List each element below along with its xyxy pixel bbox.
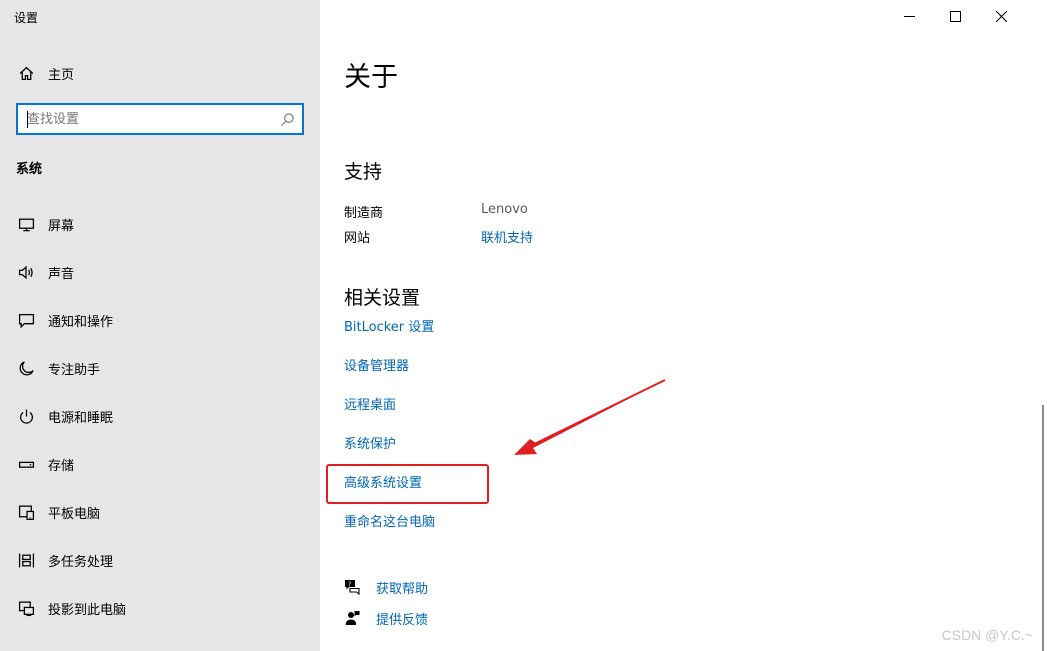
multitask-icon — [17, 551, 35, 569]
sidebar-item-label: 专注助手 — [48, 362, 101, 378]
manufacturer-value: Lenovo — [481, 202, 528, 217]
maximize-icon — [949, 10, 961, 22]
monitor-icon — [17, 215, 35, 233]
close-icon — [995, 10, 1007, 22]
sidebar-item-home[interactable]: 主页 — [0, 55, 320, 91]
sidebar-next-item-icon — [18, 645, 34, 651]
search-input[interactable] — [27, 110, 277, 128]
minimize-icon — [903, 15, 915, 17]
moon-icon — [17, 359, 35, 377]
advanced-system-settings-link[interactable]: 高级系统设置 — [344, 472, 422, 491]
sidebar-item-project-to-pc[interactable]: 投影到此电脑 — [0, 590, 320, 626]
project-icon — [17, 599, 35, 617]
sidebar-item-label: 多任务处理 — [48, 554, 114, 570]
give-feedback-link[interactable]: 提供反馈 — [376, 609, 428, 628]
message-icon — [17, 311, 35, 329]
sidebar: 设置 主页 系统 屏幕 声音 通知和操作 专注助手 — [0, 0, 320, 651]
sidebar-item-multitasking[interactable]: 多任务处理 — [0, 542, 320, 578]
annotation-arrow — [514, 379, 666, 455]
rename-pc-link[interactable]: 重命名这台电脑 — [344, 511, 435, 530]
main-content: 关于 支持 制造商 Lenovo 网站 联机支持 相关设置 BitLocker … — [320, 0, 1047, 651]
manufacturer-label: 制造商 — [344, 206, 384, 221]
sidebar-item-label: 主页 — [48, 67, 75, 83]
get-help-link[interactable]: 获取帮助 — [376, 578, 428, 597]
storage-icon — [17, 455, 35, 473]
app-title: 设置 — [14, 11, 39, 25]
give-feedback-row[interactable]: 提供反馈 — [344, 608, 428, 628]
watermark: CSDN @Y.C.~ — [941, 627, 1033, 643]
sidebar-section-title: 系统 — [16, 162, 43, 177]
bitlocker-settings-link[interactable]: BitLocker 设置 — [344, 316, 434, 335]
feedback-person-icon — [345, 611, 360, 625]
sidebar-item-label: 通知和操作 — [48, 314, 114, 330]
related-settings-heading: 相关设置 — [344, 287, 421, 309]
sidebar-item-tablet[interactable]: 平板电脑 — [0, 494, 320, 530]
device-manager-link[interactable]: 设备管理器 — [344, 355, 409, 374]
sidebar-item-label: 屏幕 — [48, 218, 75, 234]
sidebar-item-sound[interactable]: 声音 — [0, 254, 320, 290]
sidebar-item-label: 声音 — [48, 266, 75, 282]
sidebar-item-notifications[interactable]: 通知和操作 — [0, 302, 320, 338]
sidebar-item-label: 平板电脑 — [48, 506, 101, 522]
get-help-row[interactable]: ? 获取帮助 — [344, 577, 428, 597]
minimize-button[interactable] — [886, 0, 932, 32]
page-title: 关于 — [344, 62, 398, 93]
sidebar-item-focus-assist[interactable]: 专注助手 — [0, 350, 320, 386]
svg-text:?: ? — [348, 581, 351, 588]
tablet-icon — [17, 503, 35, 521]
sidebar-item-label: 存储 — [48, 458, 75, 474]
sidebar-item-power-sleep[interactable]: 电源和睡眠 — [0, 398, 320, 434]
search-field[interactable] — [16, 103, 304, 135]
maximize-button[interactable] — [932, 0, 978, 32]
system-protection-link[interactable]: 系统保护 — [344, 433, 396, 452]
speaker-icon — [17, 263, 35, 281]
help-chat-icon: ? — [345, 580, 360, 595]
sidebar-item-label: 电源和睡眠 — [48, 410, 114, 426]
search-icon[interactable] — [280, 112, 295, 127]
sidebar-item-label: 投影到此电脑 — [48, 602, 127, 618]
website-label: 网站 — [344, 231, 371, 246]
support-heading: 支持 — [344, 161, 383, 183]
remote-desktop-link[interactable]: 远程桌面 — [344, 394, 396, 413]
close-button[interactable] — [978, 0, 1024, 32]
sidebar-item-storage[interactable]: 存储 — [0, 446, 320, 482]
text-caret — [27, 111, 28, 128]
sidebar-item-display[interactable]: 屏幕 — [0, 206, 320, 242]
scrollbar[interactable] — [1042, 405, 1044, 651]
online-support-link[interactable]: 联机支持 — [481, 227, 533, 246]
home-icon — [17, 64, 35, 82]
power-icon — [17, 407, 35, 425]
